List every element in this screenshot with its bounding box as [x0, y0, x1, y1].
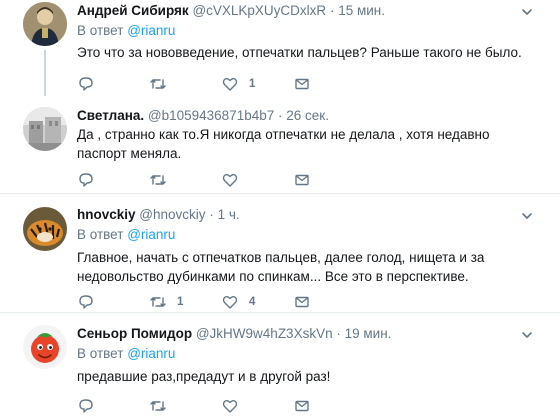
author-name[interactable]: Светлана. — [77, 108, 144, 123]
avatar[interactable] — [23, 325, 67, 369]
heart-icon — [222, 78, 238, 91]
timestamp[interactable]: 19 мин. — [345, 326, 392, 341]
reply-to-link[interactable]: @rianru — [127, 346, 175, 361]
like-count: 4 — [249, 296, 256, 308]
reply-icon — [79, 295, 93, 309]
separator-dot: · — [209, 207, 214, 222]
timestamp[interactable]: 26 сек. — [286, 108, 329, 123]
separator-dot: · — [278, 108, 283, 123]
avatar[interactable] — [23, 2, 67, 46]
reply-icon — [79, 399, 93, 413]
heart-icon — [222, 174, 238, 187]
reply-prefix: В ответ — [77, 346, 124, 361]
author-handle[interactable]: @b1059436871b4b7 — [148, 108, 274, 123]
reply-to-link[interactable]: @rianru — [127, 227, 175, 242]
retweet-count: 1 — [177, 296, 184, 308]
author-handle[interactable]: @cVXLKpXUyCDxlxR — [192, 3, 326, 18]
retweet-icon — [150, 401, 166, 411]
author-name[interactable]: Андрей Сибиряк — [77, 3, 189, 18]
like-count: 1 — [249, 78, 256, 90]
reply-button[interactable] — [77, 171, 105, 189]
retweet-icon — [150, 175, 166, 185]
direct-message-button[interactable] — [293, 171, 321, 189]
tweet-text: Главное, начать с отпечатков пальцев, да… — [77, 250, 485, 284]
retweet-button[interactable] — [149, 397, 177, 415]
chevron-down-icon[interactable] — [521, 6, 533, 18]
avatar[interactable] — [23, 207, 67, 251]
retweet-icon — [150, 79, 166, 89]
author-name[interactable]: hnovckiy — [77, 207, 136, 222]
like-button[interactable]: 1 — [221, 75, 255, 93]
reply-prefix: В ответ — [77, 227, 124, 242]
tweet[interactable]: Светлана. @b1059436871b4b7 · 26 сек. Да … — [0, 97, 560, 193]
author-handle[interactable]: @JkHW9w4hZ3XskVn — [196, 326, 333, 341]
separator-dot: · — [336, 326, 341, 341]
envelope-icon — [295, 296, 309, 308]
reply-button[interactable] — [77, 293, 105, 311]
direct-message-button[interactable] — [293, 75, 321, 93]
thread-line — [44, 50, 46, 96]
retweet-button[interactable] — [149, 75, 177, 93]
reply-prefix: В ответ — [77, 23, 124, 38]
heart-icon — [222, 296, 238, 309]
reply-button[interactable] — [77, 397, 105, 415]
like-button[interactable]: 4 — [221, 293, 255, 311]
heart-icon — [222, 400, 238, 413]
envelope-icon — [295, 400, 309, 412]
reply-icon — [79, 173, 93, 187]
tweet[interactable]: Сеньор Помидор @JkHW9w4hZ3XskVn · 19 мин… — [0, 313, 560, 417]
author-handle[interactable]: @hnovckiy — [139, 207, 205, 222]
reply-button[interactable] — [77, 75, 105, 93]
retweet-icon — [150, 297, 166, 307]
timestamp[interactable]: 15 мин. — [338, 3, 385, 18]
tweet[interactable]: hnovckiy @hnovckiy · 1 ч. В ответ @rianr… — [0, 194, 560, 310]
tweet-text: Это что за нововведение, отпечатки пальц… — [77, 45, 522, 60]
envelope-icon — [295, 174, 309, 186]
tweet-text: предавшие раз,предадут и в другой раз! — [77, 369, 331, 384]
avatar[interactable] — [23, 107, 67, 151]
separator-dot: · — [329, 3, 335, 18]
retweet-button[interactable]: 1 — [149, 293, 183, 311]
direct-message-button[interactable] — [293, 397, 321, 415]
direct-message-button[interactable] — [293, 293, 321, 311]
reply-to-link[interactable]: @rianru — [127, 23, 175, 38]
reply-icon — [79, 77, 93, 91]
retweet-button[interactable] — [149, 171, 177, 189]
author-name[interactable]: Сеньор Помидор — [77, 326, 192, 341]
tweet-text: Да , странно как то.Я никогда отпечатки … — [77, 127, 490, 161]
chevron-down-icon[interactable] — [521, 329, 533, 341]
timestamp[interactable]: 1 ч. — [218, 207, 240, 222]
like-button[interactable] — [221, 171, 249, 189]
tweet[interactable]: Андрей Сибиряк @cVXLKpXUyCDxlxR · 15 мин… — [0, 0, 560, 97]
chevron-down-icon[interactable] — [521, 210, 533, 222]
like-button[interactable] — [221, 397, 249, 415]
envelope-icon — [295, 78, 309, 90]
